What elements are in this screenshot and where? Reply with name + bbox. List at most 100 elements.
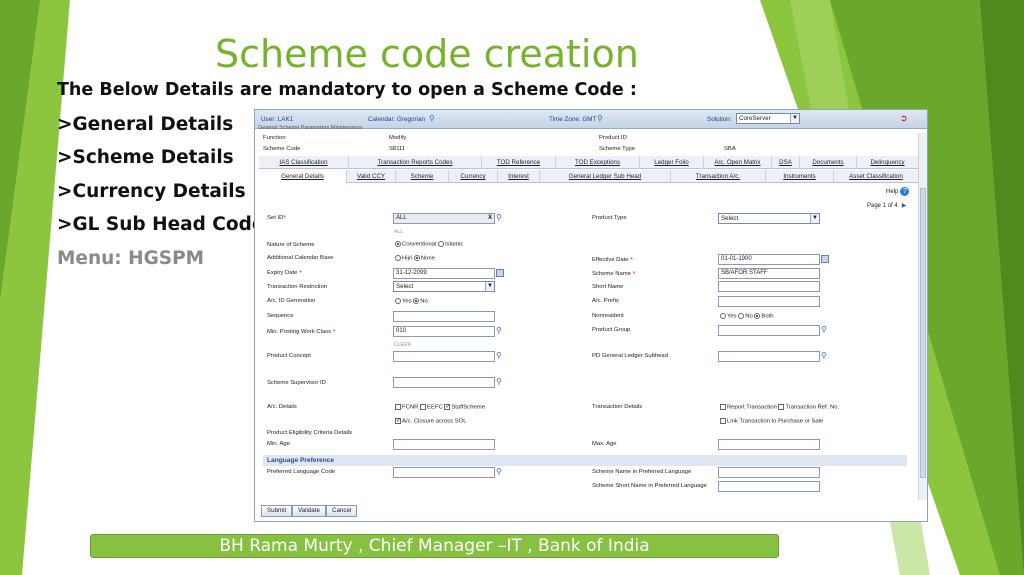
calendar-base-radios[interactable]: Hijri None (395, 255, 435, 262)
tab-currency[interactable]: Currency (449, 170, 498, 183)
tab-valid-ccy[interactable]: Valid CCY (347, 170, 396, 183)
scheme-short-name-pref-lang-label: Scheme Short Name in Preferred Language (592, 483, 707, 489)
page-indicator: Page 1 of 4 ▶ (867, 202, 906, 209)
scheme-short-name-pref-lang-input[interactable] (718, 481, 820, 492)
ac-id-no-radio[interactable] (413, 298, 420, 304)
sequence-label: Sequence (267, 313, 294, 319)
sequence-input[interactable] (393, 311, 495, 322)
tab-transaction-reports-codes[interactable]: Transaction Reports Codes (349, 156, 482, 169)
tab-asset-classification[interactable]: Asset Classification (834, 170, 919, 183)
scheme-supervisor-search-icon[interactable]: ⚲ (496, 377, 505, 386)
pd-gl-subhead-search-icon[interactable]: ⚲ (821, 351, 830, 360)
product-concept-input[interactable] (393, 351, 495, 362)
min-posting-hint: CLERK (394, 342, 412, 348)
link-transaction-option[interactable]: Link Transaction to Purchase or Sale (720, 418, 823, 425)
scheme-type-label: Scheme Type (599, 146, 635, 152)
tab-documents[interactable]: Documents (800, 156, 857, 169)
help-icon: ? (900, 187, 910, 196)
exit-icon[interactable]: ➲ (900, 113, 909, 124)
scheme-name-pref-lang-input[interactable] (718, 467, 820, 478)
staff-scheme-checkbox[interactable]: ✓ (444, 404, 450, 410)
scheme-name-input[interactable]: SB/AFOR STAFF (718, 268, 820, 279)
effective-date-calendar-icon[interactable] (821, 255, 829, 263)
tab-dsa[interactable]: DSA (772, 156, 800, 169)
product-group-input[interactable] (718, 325, 820, 336)
calendar-search-icon[interactable]: ⚲ (429, 114, 438, 123)
none-radio[interactable] (413, 255, 420, 261)
tab-ac-open-matrix[interactable]: A/c. Open Matrix (704, 156, 772, 169)
min-posting-work-class-input[interactable]: 010 (393, 326, 495, 337)
next-page-icon[interactable]: ▶ (902, 203, 907, 209)
bullet-currency-details: >Currency Details (57, 181, 246, 202)
slide: Scheme code creation The Below Details a… (0, 0, 1024, 575)
link-transaction-checkbox[interactable] (720, 418, 726, 424)
tabs-row-1: IAS Classification Transaction Reports C… (259, 156, 919, 169)
product-type-select[interactable]: Select ▼ (718, 213, 820, 224)
ac-prefix-input[interactable] (718, 296, 820, 307)
nonresident-yes-radio[interactable] (720, 313, 726, 319)
help-link[interactable]: Help? (886, 187, 910, 196)
ac-closure-checkbox[interactable]: ✓ (395, 418, 401, 424)
vertical-scrollbar[interactable] (918, 133, 927, 500)
expiry-date-calendar-icon[interactable] (496, 269, 504, 277)
preferred-language-code-label: Preferred Language Code (267, 469, 336, 475)
language-preference-section: Language Preference (263, 455, 907, 466)
fcnr-checkbox[interactable] (395, 404, 401, 410)
transaction-restriction-label: Transaction Restriction (267, 284, 328, 290)
tab-interest[interactable]: Interest (498, 170, 540, 183)
set-id-input[interactable]: ALL X (393, 213, 495, 224)
set-id-search-icon[interactable]: ⚲ (496, 213, 505, 222)
tab-scheme[interactable]: Scheme (396, 170, 449, 183)
eefc-checkbox[interactable] (420, 404, 427, 410)
tab-transaction-ac[interactable]: Transaction A/c. (671, 170, 766, 183)
product-concept-search-icon[interactable]: ⚲ (496, 351, 505, 360)
tab-instruments[interactable]: Instruments (766, 170, 834, 183)
min-posting-search-icon[interactable]: ⚲ (496, 326, 505, 335)
conventional-radio[interactable] (395, 241, 401, 247)
transaction-details-checkboxes[interactable]: Report Transaction Transaction Ref. No. (720, 404, 839, 411)
ac-details-label: A/c. Details (267, 404, 297, 410)
preferred-language-code-input[interactable] (393, 467, 495, 478)
solution-select[interactable]: CoreServer ▼ (736, 113, 800, 124)
min-age-input[interactable] (393, 439, 495, 450)
nonresident-radios[interactable]: Yes No Both (720, 313, 774, 320)
max-age-input[interactable] (718, 439, 820, 450)
nonresident-both-radio[interactable] (754, 313, 761, 319)
submit-button[interactable]: Submit (261, 505, 293, 517)
scheme-name-label: Scheme Name * (592, 271, 636, 278)
tab-general-details[interactable]: General Details (259, 170, 347, 183)
transaction-ref-no-checkbox[interactable] (778, 404, 785, 410)
scheme-type-value: SBA (724, 146, 736, 152)
report-transaction-checkbox[interactable] (720, 404, 726, 410)
ac-id-yes-radio[interactable] (395, 298, 401, 304)
short-name-input[interactable] (718, 281, 820, 292)
tab-tod-reference[interactable]: TOD Reference (482, 156, 556, 169)
scheme-supervisor-id-input[interactable] (393, 377, 495, 388)
scrollbar-thumb[interactable] (920, 188, 926, 478)
tab-general-ledger-sub-head[interactable]: General Ledger Sub Head (540, 170, 671, 183)
tab-ias-classification[interactable]: IAS Classification (259, 156, 349, 169)
preferred-language-search-icon[interactable]: ⚲ (496, 467, 505, 476)
nonresident-no-radio[interactable] (738, 313, 745, 319)
hijri-radio[interactable] (395, 255, 401, 261)
nature-of-scheme-radios[interactable]: Conventional Islamic (395, 241, 463, 248)
timezone-label: Time Zone: GMT (549, 116, 597, 123)
tab-ledger-folio[interactable]: Ledger Folio (640, 156, 704, 169)
expiry-date-input[interactable]: 31-12-2099 (393, 268, 495, 279)
effective-date-input[interactable]: 01-01-1900 (718, 254, 820, 265)
page-label: Page 1 of 4 (867, 203, 898, 209)
chevron-down-icon: ▼ (485, 282, 494, 291)
tab-delinquency[interactable]: Delinquency (857, 156, 919, 169)
ac-id-generation-radios[interactable]: Yes No (395, 298, 428, 305)
pd-gl-subhead-input[interactable] (718, 351, 820, 362)
scheme-code-label: Scheme Code (263, 146, 301, 152)
timezone-search-icon[interactable]: ⚲ (597, 114, 606, 123)
validate-button[interactable]: Validate (292, 505, 326, 517)
ac-details-checkboxes[interactable]: FCNR EEFC ✓StaffScheme (395, 404, 485, 411)
tab-tod-exceptions[interactable]: TOD Exceptions (556, 156, 640, 169)
transaction-restriction-select[interactable]: Select ▼ (393, 281, 495, 292)
ac-closure-option[interactable]: ✓A/c. Closure across SOL (395, 418, 467, 425)
cancel-button[interactable]: Cancel (326, 505, 358, 517)
islamic-radio[interactable] (438, 241, 445, 247)
product-group-search-icon[interactable]: ⚲ (821, 325, 830, 334)
